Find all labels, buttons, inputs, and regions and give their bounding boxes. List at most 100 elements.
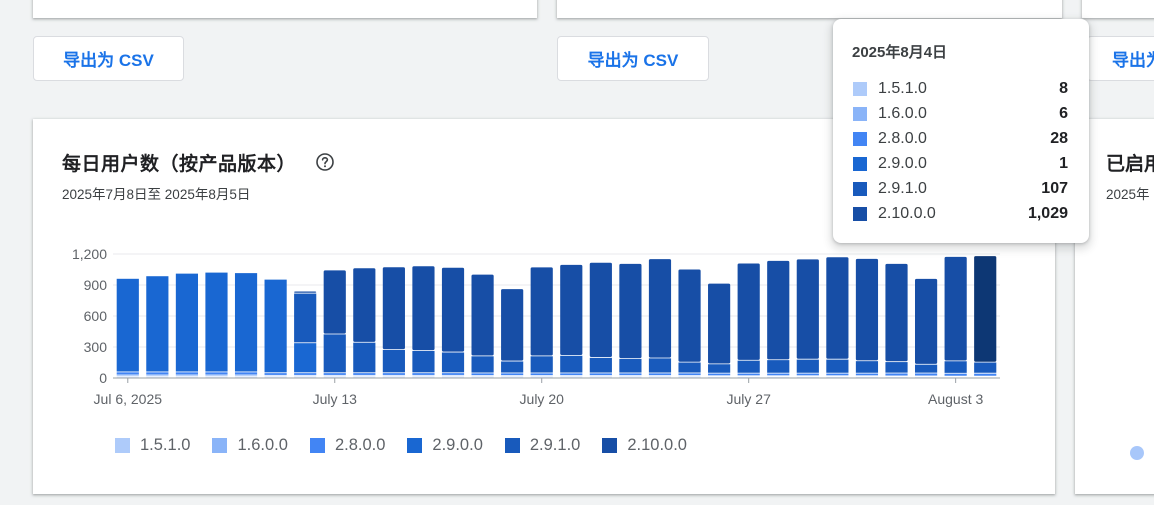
right-card-title: 已启用	[1106, 154, 1154, 175]
tooltip-date: 2025年8月4日	[852, 44, 948, 61]
tooltip-label: 1.5.1.0	[878, 79, 927, 97]
bar-segment	[885, 373, 908, 376]
bar-segment	[205, 372, 228, 375]
tooltip-label: 2.10.0.0	[878, 204, 936, 222]
legend-swatch	[115, 438, 130, 453]
bar-segment	[560, 264, 583, 355]
y-tick-label: 0	[99, 370, 107, 386]
bar-segment	[974, 373, 997, 376]
bar-segment	[944, 373, 967, 376]
bar-segment	[974, 362, 997, 373]
bar-segment	[234, 372, 258, 375]
bar-segment	[382, 267, 405, 350]
bar-segment	[471, 373, 494, 376]
tooltip-value: 6	[1059, 104, 1068, 122]
export-csv-button-1[interactable]: 导出为 CSV	[33, 36, 184, 81]
bar-segment	[382, 373, 405, 375]
bar-segment	[501, 373, 524, 376]
bar-segment	[471, 274, 494, 356]
bar-segment	[619, 358, 642, 373]
top-card-2	[557, 0, 1062, 18]
bar-segment	[382, 349, 405, 373]
bar-segment	[619, 373, 642, 376]
bar-segment	[116, 372, 139, 375]
bar-segment	[885, 362, 908, 373]
legend-label: 2.8.0.0	[334, 436, 386, 454]
legend-item[interactable]: 2.9.1.0	[504, 436, 581, 455]
legend-swatch	[602, 438, 618, 453]
bar-segment	[826, 257, 849, 359]
legend-swatch	[212, 438, 228, 453]
bar-segment	[678, 269, 701, 362]
tooltip-value: 1,029	[1027, 204, 1068, 222]
bar-segment	[471, 356, 494, 373]
bar-segment	[648, 373, 672, 376]
tooltip-value: 107	[1041, 179, 1068, 197]
bar-segment	[589, 262, 612, 358]
bar-segment	[175, 375, 199, 377]
tooltip-value: 28	[1050, 129, 1068, 147]
legend-swatch	[309, 438, 325, 453]
x-tick-label: Jul 6, 2025	[94, 391, 163, 407]
x-tick-label: July 13	[313, 391, 358, 407]
tooltip-swatch	[853, 131, 867, 146]
bar-segment	[944, 256, 967, 361]
bar-segment	[708, 283, 731, 364]
bar-segment	[737, 360, 760, 373]
bar-segment	[914, 278, 938, 364]
bar-segment	[294, 343, 317, 373]
tooltip-value: 1	[1059, 154, 1068, 172]
bar-segment	[767, 260, 790, 360]
bar-segment	[944, 361, 967, 373]
bar-segment	[205, 375, 228, 377]
bar-segment	[619, 263, 642, 359]
x-tick-label: July 20	[520, 391, 565, 407]
y-tick-label: 600	[84, 308, 108, 324]
legend-swatch	[504, 438, 520, 453]
bar-segment	[146, 276, 169, 372]
legend-label: 2.9.0.0	[432, 436, 483, 454]
bar-segment	[767, 373, 790, 376]
bar-segment	[441, 352, 465, 373]
tooltip-label: 2.8.0.0	[878, 129, 927, 147]
bar-segment	[885, 263, 908, 362]
export-csv-button-2[interactable]: 导出为 CSV	[557, 36, 709, 81]
bar-segment	[294, 373, 317, 375]
bar-segment	[234, 273, 258, 372]
bar-segment	[264, 279, 287, 373]
bar-segment	[737, 373, 760, 376]
bar-segment	[116, 278, 139, 372]
chart-legend: 1.5.1.0 1.6.0.0 2.8.0.0 2.9.0.0 2.9.1.0 2.10.…	[115, 436, 709, 455]
legend-item[interactable]: 1.6.0.0	[212, 436, 288, 455]
bar-segment	[826, 359, 849, 373]
legend-item[interactable]: 2.10.0.0	[602, 436, 687, 455]
bar-segment	[737, 263, 760, 360]
legend-label: 2.9.1.0	[529, 436, 581, 454]
bar-segment	[530, 373, 553, 376]
top-card-3	[1082, 0, 1154, 18]
legend-item[interactable]: 2.9.0.0	[407, 436, 483, 455]
bar-segment	[648, 358, 672, 373]
x-tick-label: August 3	[928, 391, 983, 407]
bar-segment	[116, 375, 139, 377]
bar-segment	[294, 293, 317, 343]
tooltip-swatch	[853, 81, 867, 96]
legend-item[interactable]: 2.8.0.0	[309, 436, 386, 455]
bar-segment	[796, 373, 819, 376]
tooltip-row: 2.9.0.0 1	[853, 151, 1068, 176]
export-csv-button-3[interactable]: 导出为	[1087, 36, 1154, 81]
legend-dot	[1130, 446, 1144, 460]
tooltip-value: 8	[1059, 79, 1068, 97]
legend-item[interactable]: 1.5.1.0	[115, 436, 190, 455]
tooltip-row: 2.10.0.0 1,029	[853, 201, 1068, 226]
bar-segment	[146, 372, 169, 375]
bar-segment	[353, 268, 376, 342]
bar-segment	[412, 373, 435, 375]
bar-segment	[648, 259, 672, 358]
bar-segment	[323, 270, 346, 334]
bar-segment	[323, 373, 346, 375]
tooltip-label: 1.6.0.0	[878, 104, 927, 122]
y-tick-label: 1,200	[72, 246, 107, 262]
tooltip-swatch	[853, 181, 867, 196]
bar-segment	[146, 375, 169, 377]
